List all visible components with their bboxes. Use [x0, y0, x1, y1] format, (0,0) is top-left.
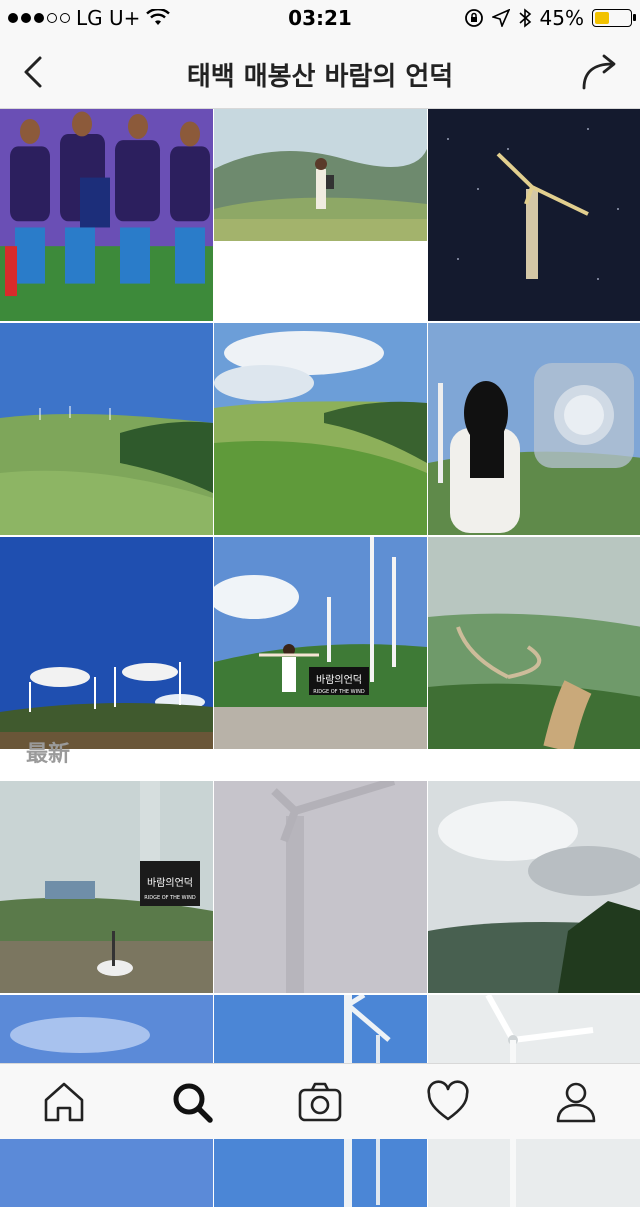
post-thumbnail[interactable]: [428, 323, 640, 535]
post-thumbnail[interactable]: [428, 781, 640, 993]
tab-camera[interactable]: [296, 1078, 344, 1126]
recent-posts-grid: 바람의언덕 RIDGE OF THE WIND: [0, 781, 640, 1207]
top-posts-grid: 바람의언덕 RIDGE OF THE WIND: [0, 109, 640, 749]
tab-activity[interactable]: [424, 1078, 472, 1126]
home-icon: [44, 1082, 84, 1122]
page-title: 태백 매봉산 바람의 언덕: [186, 62, 454, 92]
tab-profile[interactable]: [552, 1078, 600, 1126]
post-thumbnail[interactable]: [0, 537, 213, 749]
sign-text: 바람의언덕: [147, 876, 193, 889]
post-thumbnail[interactable]: 바람의언덕 RIDGE OF THE WIND: [0, 781, 213, 993]
post-thumbnail[interactable]: [214, 323, 427, 535]
tab-search[interactable]: [168, 1078, 216, 1126]
navigation-bar: 태백 매봉산 바람의 언덕: [0, 36, 640, 109]
battery-icon: [592, 9, 636, 27]
camera-icon: [298, 1082, 342, 1122]
recent-section-label: 最新: [26, 742, 71, 767]
status-right: 45%: [464, 6, 636, 30]
tab-home[interactable]: [40, 1078, 88, 1126]
post-thumbnail[interactable]: 바람의언덕 RIDGE OF THE WIND: [214, 537, 427, 749]
sign-subtext: RIDGE OF THE WIND: [144, 895, 196, 901]
post-thumbnail[interactable]: [428, 537, 640, 749]
status-bar: LG U+ 03:21 45%: [0, 0, 640, 36]
search-icon: [173, 1083, 213, 1123]
post-thumbnail[interactable]: [428, 109, 640, 321]
battery-percent: 45%: [539, 6, 584, 30]
post-thumbnail[interactable]: [0, 109, 213, 321]
post-thumbnail[interactable]: [214, 109, 427, 321]
location-icon: [491, 9, 510, 27]
person-icon: [556, 1082, 596, 1123]
heart-icon: [427, 1080, 469, 1121]
bottom-tab-bar: [0, 1063, 640, 1139]
post-thumbnail[interactable]: [214, 781, 427, 993]
sign-text: 바람의언덕: [316, 673, 362, 686]
sign-subtext: RIDGE OF THE WIND: [313, 689, 365, 695]
orientation-lock-icon: [464, 9, 483, 27]
bluetooth-icon: [519, 8, 531, 28]
share-arrow-icon[interactable]: [578, 50, 622, 94]
post-thumbnail[interactable]: [0, 323, 213, 535]
